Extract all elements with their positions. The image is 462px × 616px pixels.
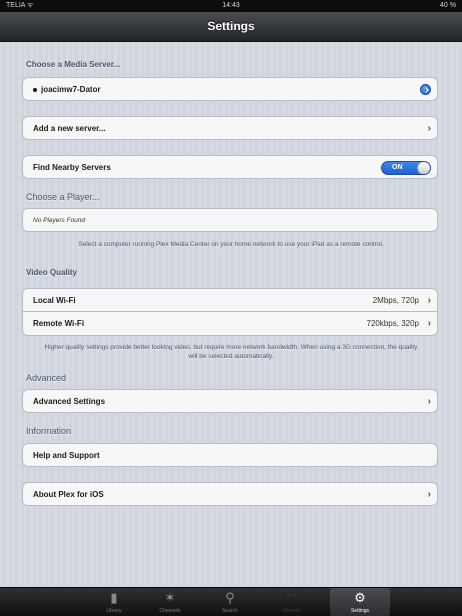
tab-search[interactable]: ⚲ Search [200,588,260,616]
player-footnote: Select a computer running Plex Media Cen… [78,241,384,248]
search-icon: ⚲ [225,590,235,605]
section-header-advanced: Advanced [26,373,67,383]
tab-library[interactable]: ▮ Library [84,588,144,616]
navigation-bar: Settings [0,12,462,42]
tab-library-label: Library [106,608,122,614]
find-nearby-label: Find Nearby Servers [33,163,111,172]
tab-remote-label: Remote [283,608,301,614]
advanced-settings-button[interactable]: Advanced Settings › [22,389,438,413]
local-wifi-value: 2Mbps, 720p [372,296,419,305]
section-header-media-server: Choose a Media Server... [26,60,121,69]
help-support-button[interactable]: Help and Support [22,443,438,467]
wifi-icon: ◠ [286,590,298,605]
tab-remote[interactable]: ◠ Remote [262,588,322,616]
chevron-right-icon: › [427,318,431,329]
tab-settings-label: Settings [350,608,370,614]
remote-wifi-label: Remote Wi-Fi [33,319,85,328]
chevron-right-icon: › [427,396,431,407]
add-server-button[interactable]: Add a new server... › [22,116,438,140]
page-title: Settings [207,19,255,33]
clock: 14:43 [222,2,240,9]
library-icon: ▮ [110,590,118,605]
help-support-label: Help and Support [33,451,100,460]
about-plex-label: About Plex for iOS [33,490,104,499]
find-nearby-toggle[interactable]: ON [381,161,431,175]
no-players-text: No Players Found [33,217,86,224]
section-header-video-quality: Video Quality [26,268,77,277]
channels-icon: ✶ [164,590,176,605]
battery-indicator: 40 % [440,2,456,9]
section-header-information: Information [26,426,72,436]
players-list: No Players Found [22,208,438,232]
chevron-right-icon: › [427,123,431,134]
remote-wifi-row[interactable]: Remote Wi-Fi 720kbps, 320p › [22,312,438,336]
server-name: joacimw7-Dator [41,85,101,94]
tab-settings[interactable]: ⚙ Settings [330,588,390,616]
gears-icon: ⚙ [354,590,366,605]
video-quality-footnote: Higher quality settings provide better l… [44,344,418,360]
chevron-right-icon: › [427,295,431,306]
tab-channels[interactable]: ✶ Channels [140,588,200,616]
tab-bar: ▮ Library ✶ Channels ⚲ Search ◠ Remote ⚙… [0,587,462,616]
local-wifi-row[interactable]: Local Wi-Fi 2Mbps, 720p › [22,288,438,312]
chevron-right-icon: › [427,489,431,500]
about-plex-button[interactable]: About Plex for iOS › [22,482,438,506]
remote-wifi-value: 720kbps, 320p [366,319,420,328]
selected-bullet-icon [33,88,37,92]
detail-disclosure-icon[interactable] [420,84,431,95]
tab-channels-label: Channels [159,608,181,614]
section-header-player: Choose a Player... [26,192,100,202]
toggle-on-label: ON [392,164,403,171]
toggle-knob [417,162,430,174]
local-wifi-label: Local Wi-Fi [33,296,76,305]
status-bar: TELIA ᯤ 14:43 40 % [0,0,462,12]
advanced-settings-label: Advanced Settings [33,397,106,406]
add-server-label: Add a new server... [33,124,106,133]
tab-search-label: Search [222,608,238,614]
server-row-selected[interactable]: joacimw7-Dator [22,77,438,101]
find-nearby-row: Find Nearby Servers ON [22,155,438,179]
